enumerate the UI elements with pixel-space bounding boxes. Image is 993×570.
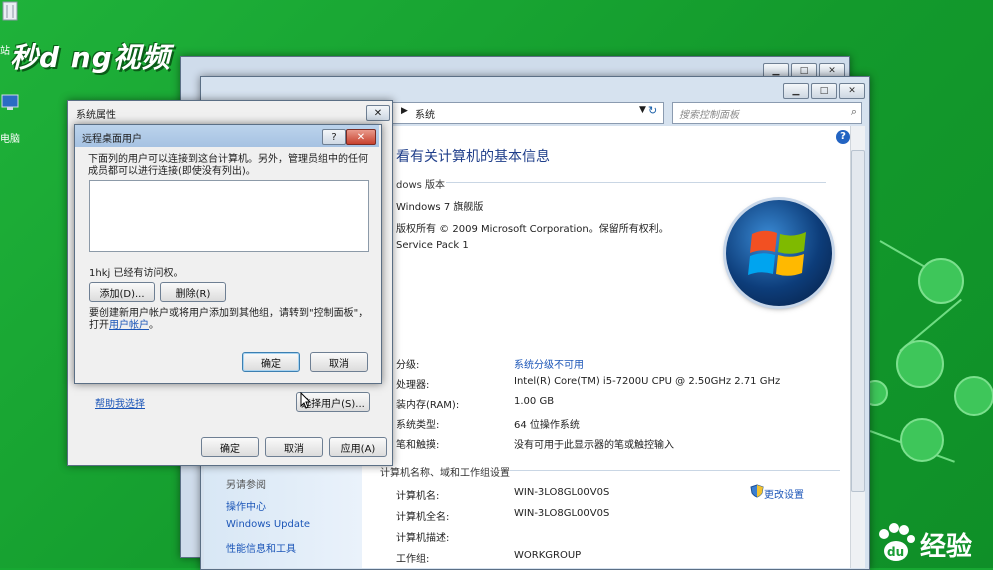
see-also-heading: 另请参阅 bbox=[226, 480, 266, 491]
user-accounts-link[interactable]: 用户帐户 bbox=[109, 320, 149, 331]
cancel-button[interactable]: 取消 bbox=[265, 437, 323, 457]
system-type-value: 64 位操作系统 bbox=[514, 420, 580, 431]
help-button[interactable]: ? bbox=[322, 129, 346, 145]
users-list[interactable] bbox=[89, 180, 369, 252]
deco-circle bbox=[918, 258, 964, 304]
close-button[interactable]: ✕ bbox=[366, 105, 390, 121]
ram-value: 1.00 GB bbox=[514, 396, 555, 407]
row-label: 装内存(RAM): bbox=[396, 400, 460, 411]
recycle-bin-icon[interactable] bbox=[0, 0, 20, 22]
help-me-choose-link[interactable]: 帮助我选择 bbox=[95, 395, 145, 410]
ok-button[interactable]: 确定 bbox=[242, 352, 300, 372]
minimize-button[interactable]: ▁ bbox=[783, 83, 809, 99]
link-windows-update[interactable]: Windows Update bbox=[226, 519, 310, 530]
close-button[interactable]: ✕ bbox=[839, 83, 865, 99]
desktop-decoration bbox=[860, 200, 993, 500]
desktop-icon-label: 站 bbox=[0, 46, 10, 57]
row-label: 处理器: bbox=[396, 380, 430, 391]
deco-circle bbox=[954, 376, 993, 416]
change-settings-link[interactable]: 更改设置 bbox=[764, 486, 804, 501]
deco-circle bbox=[896, 340, 944, 388]
rating-link[interactable]: 系统分级不可用 bbox=[514, 356, 584, 371]
info-text-end: 。 bbox=[149, 320, 159, 331]
row-label: 计算机描述: bbox=[396, 533, 450, 544]
mouse-cursor-icon bbox=[300, 392, 312, 409]
windows-flag-icon bbox=[748, 230, 806, 276]
windows-edition: Windows 7 旗舰版 bbox=[396, 202, 484, 213]
row-label: 系统类型: bbox=[396, 420, 440, 431]
copyright: 版权所有 © 2009 Microsoft Corporation。保留所有权利… bbox=[396, 224, 669, 235]
add-button[interactable]: 添加(D)... bbox=[89, 282, 155, 302]
watermark: du 经验 bbox=[868, 520, 993, 568]
breadcrumb[interactable]: 系统 bbox=[415, 106, 435, 121]
workgroup-value: WORKGROUP bbox=[514, 550, 582, 561]
pen-touch-value: 没有可用于此显示器的笔或触控输入 bbox=[514, 440, 674, 451]
cancel-button[interactable]: 取消 bbox=[310, 352, 368, 372]
windows-logo bbox=[726, 200, 832, 306]
dialog-title: 远程桌面用户 bbox=[82, 134, 142, 145]
paw-icon: du bbox=[879, 523, 915, 561]
computer-name-value: WIN-3LO8GL00V0S bbox=[514, 487, 610, 498]
shield-icon bbox=[750, 484, 764, 498]
info-text: 要创建新用户帐户或将用户添加到其他组，请转到"控制面板"，打开用户帐户。 bbox=[89, 308, 371, 332]
brand-logo: 秒d ng视频 bbox=[10, 41, 171, 74]
system-content: 看有关计算机的基本信息 dows 版本 Windows 7 旗舰版 版权所有 ©… bbox=[362, 126, 850, 568]
access-text: 1hkj 已经有访问权。 bbox=[89, 268, 184, 279]
divider bbox=[446, 182, 826, 183]
computer-icon[interactable] bbox=[0, 92, 20, 114]
dialog-title: 系统属性 bbox=[76, 110, 116, 121]
deco-circle bbox=[900, 418, 944, 462]
divider bbox=[510, 470, 840, 471]
row-label: 计算机名: bbox=[396, 491, 440, 502]
scrollbar-thumb[interactable] bbox=[851, 150, 865, 492]
chevron-right-icon: ▶ bbox=[401, 106, 408, 116]
full-name-value: WIN-3LO8GL00V0S bbox=[514, 508, 610, 519]
page-title: 看有关计算机的基本信息 bbox=[396, 149, 550, 165]
link-action-center[interactable]: 操作中心 bbox=[226, 498, 266, 513]
link-performance[interactable]: 性能信息和工具 bbox=[226, 540, 296, 555]
desktop-icon-label: 电脑 bbox=[0, 134, 20, 145]
row-label: 笔和触摸: bbox=[396, 440, 440, 451]
processor-value: Intel(R) Core(TM) i5-7200U CPU @ 2.50GHz… bbox=[514, 376, 781, 387]
section-windows-edition: dows 版本 bbox=[396, 180, 446, 191]
dialog-description: 下面列的用户可以连接到这台计算机。另外，管理员组中的任何成员都可以进行连接(即使… bbox=[88, 154, 368, 177]
section-computer-name: 计算机名称、域和工作组设置 bbox=[380, 468, 510, 479]
maximize-button[interactable]: □ bbox=[811, 83, 837, 99]
row-label: 计算机全名: bbox=[396, 512, 450, 523]
watermark-mark: du bbox=[887, 545, 904, 559]
close-button[interactable]: ✕ bbox=[346, 129, 376, 145]
search-input[interactable]: 搜索控制面板 ⌕ bbox=[672, 102, 862, 124]
row-label: 分级: bbox=[396, 360, 420, 371]
search-icon[interactable]: ⌕ bbox=[851, 105, 857, 119]
remove-button[interactable]: 删除(R) bbox=[160, 282, 226, 302]
ok-button[interactable]: 确定 bbox=[201, 437, 259, 457]
row-label: 工作组: bbox=[396, 554, 430, 565]
apply-button[interactable]: 应用(A) bbox=[329, 437, 387, 457]
refresh-icon[interactable]: ↻ bbox=[648, 104, 664, 120]
help-icon[interactable]: ? bbox=[836, 130, 850, 144]
chevron-down-icon[interactable]: ▼ bbox=[639, 105, 646, 115]
service-pack: Service Pack 1 bbox=[396, 240, 469, 251]
watermark-text: 经验 bbox=[920, 532, 973, 562]
search-placeholder: 搜索控制面板 bbox=[679, 110, 739, 121]
